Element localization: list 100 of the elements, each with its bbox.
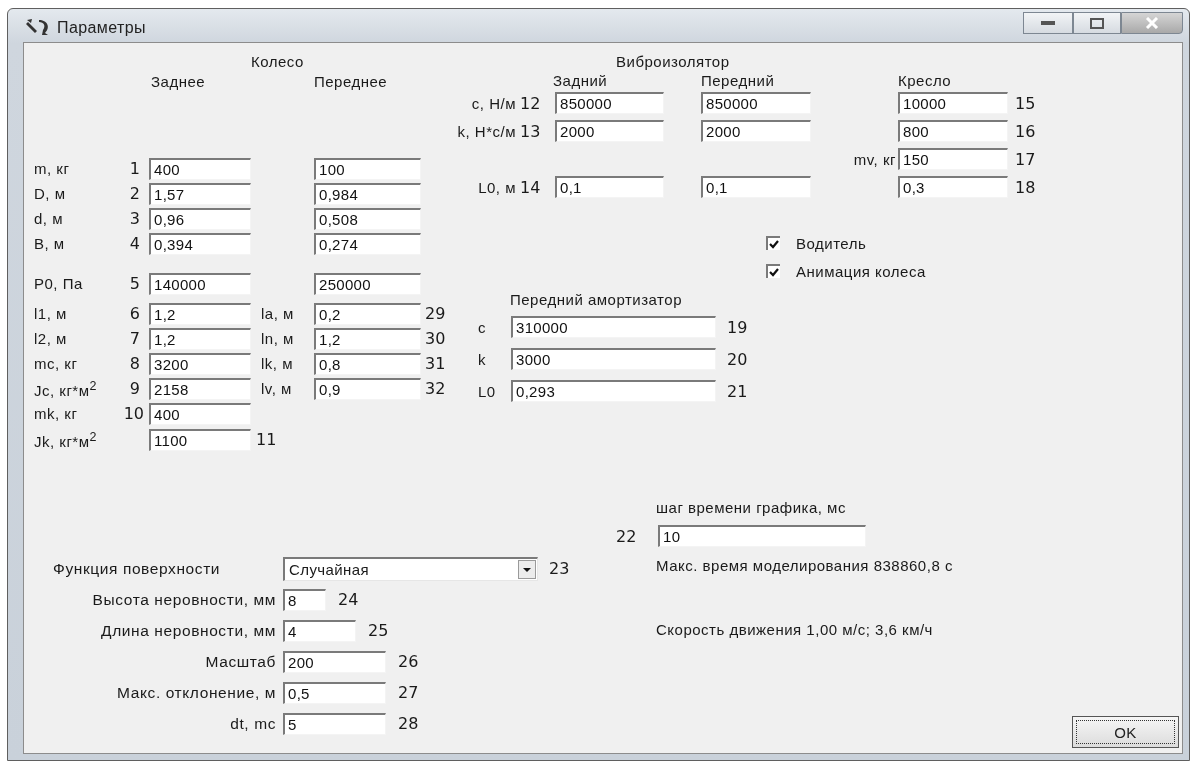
checkbox[interactable]	[766, 264, 780, 278]
parameter-number: 15	[1014, 93, 1036, 113]
parameter-label: lk, м	[260, 355, 293, 372]
parameter-label: Длина неровности, мм	[100, 621, 276, 640]
section-heading: Передний амортизатор	[509, 290, 682, 308]
maximize-button[interactable]	[1073, 12, 1121, 34]
input-field[interactable]: 100	[314, 157, 421, 180]
input-field[interactable]: 0,3	[898, 176, 1008, 198]
parameter-number: 9	[129, 379, 141, 398]
parameter-number: 5	[129, 274, 141, 293]
column-heading: Задний	[552, 71, 608, 89]
input-field[interactable]: 8	[283, 588, 326, 611]
parameter-number: 20	[726, 349, 748, 369]
input-field[interactable]: 0,508	[314, 207, 421, 230]
parameter-label: lv, м	[260, 380, 292, 397]
parameter-label: mk, кг	[34, 405, 78, 422]
input-field[interactable]: 2000	[555, 120, 664, 142]
input-field[interactable]: 1,2	[149, 302, 251, 325]
input-field[interactable]: 800	[898, 120, 1008, 142]
parameter-label: P0, Па	[34, 275, 83, 292]
parameter-number: 30	[424, 329, 446, 348]
parameter-label: k	[477, 350, 486, 368]
input-field[interactable]: 3000	[511, 348, 716, 370]
input-field[interactable]: 250000	[314, 272, 421, 295]
parameter-number: 24	[338, 590, 359, 609]
ok-button[interactable]: OK	[1072, 716, 1179, 748]
close-button[interactable]	[1121, 12, 1183, 34]
max-time-text: Макс. время моделирования 838860,8 с	[656, 556, 954, 576]
input-field[interactable]: 850000	[701, 92, 811, 114]
input-field[interactable]: 140000	[149, 272, 251, 295]
input-field[interactable]: 0,5	[283, 681, 386, 704]
input-field[interactable]: 0,1	[555, 176, 664, 198]
input-field[interactable]: 1100	[149, 428, 251, 451]
parameter-label: L0	[477, 382, 496, 400]
parameter-label: mv, кг	[853, 150, 896, 168]
parameter-label: Jc, кг*м$^{2}$	[34, 378, 97, 399]
input-field[interactable]: 0,8	[314, 352, 421, 375]
parameter-number: 22	[616, 526, 638, 546]
input-field[interactable]: 1,2	[314, 327, 421, 350]
column-heading: Заднее	[150, 72, 206, 90]
checkbox-label: Водитель	[796, 234, 867, 252]
input-field[interactable]: 10	[658, 525, 866, 547]
input-field[interactable]: 400	[149, 157, 251, 180]
input-field[interactable]: 400	[149, 402, 251, 425]
input-field[interactable]: 3200	[149, 352, 251, 375]
parameter-label: c, Н/м	[471, 94, 516, 112]
input-field[interactable]: 0,9	[314, 377, 421, 400]
input-field[interactable]: 2000	[701, 120, 811, 142]
parameter-label: l1, м	[34, 305, 67, 322]
parameter-label: mc, кг	[34, 355, 78, 372]
parameter-number: 2	[129, 184, 141, 203]
input-field[interactable]: 2158	[149, 377, 251, 400]
parameter-number: 7	[129, 329, 141, 348]
parameter-label: m, кг	[34, 160, 70, 177]
checkmark-icon	[769, 267, 779, 277]
maximize-icon	[1090, 17, 1104, 29]
input-field[interactable]: 1,2	[149, 327, 251, 350]
input-field[interactable]: 5	[283, 712, 386, 735]
parameter-label: D, м	[34, 185, 66, 202]
time-step-label: шаг времени графика, мс	[656, 498, 847, 518]
input-field[interactable]: 0,274	[314, 232, 421, 255]
input-field[interactable]: 0,1	[701, 176, 811, 198]
parameter-label: Функция поверхности	[52, 559, 222, 578]
parameter-number: 18	[1014, 177, 1036, 197]
input-field[interactable]: 4	[283, 619, 356, 642]
column-heading: Кресло	[897, 71, 952, 89]
window-title: Параметры	[57, 19, 146, 37]
input-field[interactable]: 0,2	[314, 302, 421, 325]
parameter-number: 10	[123, 404, 145, 423]
parameter-number: 13	[519, 121, 541, 141]
parameter-number: 16	[1014, 121, 1036, 141]
input-field[interactable]: 0,293	[511, 380, 716, 402]
input-field[interactable]: 0,984	[314, 182, 421, 205]
input-field[interactable]: 0,96	[149, 207, 251, 230]
section-heading: Виброизолятор	[615, 52, 730, 70]
speed-text: Скорость движения 1,00 м/с; 3,6 км/ч	[656, 620, 934, 640]
parameter-number: 27	[398, 683, 419, 702]
parameter-label: B, м	[34, 235, 65, 252]
parameter-number: 14	[519, 177, 541, 197]
minimize-button[interactable]	[1023, 12, 1073, 34]
parameter-number: 8	[129, 354, 141, 373]
parameter-label: Высота неровности, мм	[91, 590, 276, 609]
parameter-number: 25	[368, 621, 389, 640]
input-field[interactable]: 10000	[898, 92, 1008, 114]
input-field[interactable]: 310000	[511, 316, 716, 338]
parameter-label: Jk, кг*м$^{2}$	[34, 429, 97, 450]
parameter-number: 12	[519, 93, 541, 113]
surface-function-dropdown[interactable]: Случайная	[283, 556, 538, 581]
column-heading: Передний	[701, 71, 775, 89]
input-field[interactable]: 0,394	[149, 232, 251, 255]
input-field[interactable]: 150	[898, 148, 1008, 170]
checkbox-label: Анимация колеса	[796, 262, 926, 280]
input-field[interactable]: 850000	[555, 92, 664, 114]
parameter-label: d, м	[34, 210, 63, 227]
checkbox[interactable]	[766, 236, 780, 250]
input-field[interactable]: 200	[283, 650, 386, 673]
parameter-number: 19	[726, 317, 748, 337]
input-field[interactable]: 1,57	[149, 182, 251, 205]
close-icon	[1145, 17, 1159, 29]
parameter-label: la, м	[260, 305, 294, 322]
